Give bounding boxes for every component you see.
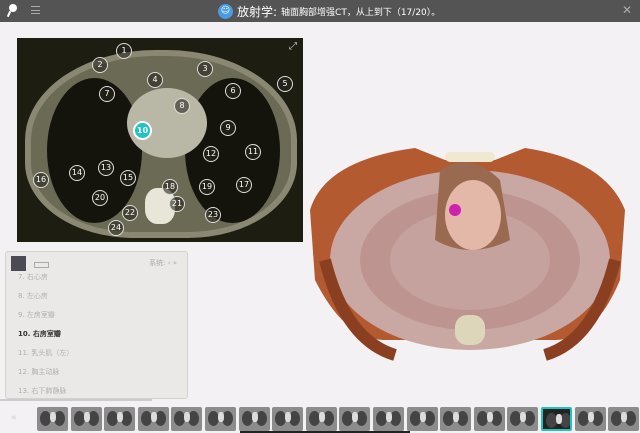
slice-thumbnail[interactable] [205,407,236,431]
subtitle: 轴面胸部增强CT，从上到下（17/20）。 [281,8,441,18]
marker[interactable]: 3 [197,61,213,77]
marker-active[interactable]: 10 [133,121,152,140]
marker[interactable]: 7 [99,86,115,102]
marker[interactable]: 24 [108,220,124,236]
slice-thumbnail[interactable] [608,407,640,431]
system-selector[interactable]: 系统: ‹ » [149,258,177,268]
slice-thumbnail[interactable] [272,407,304,431]
marker[interactable]: 1 [116,43,132,59]
marker[interactable]: 4 [147,72,163,88]
marker[interactable]: 11 [245,144,261,160]
3d-anatomy-model[interactable] [305,140,635,380]
list-item[interactable]: 11. 乳头肌（左） [18,344,73,363]
slice-thumbnail[interactable] [373,407,404,431]
list-item[interactable]: 9. 左房室瓣 [18,306,73,325]
slice-thumbnail[interactable] [507,407,539,431]
expand-icon[interactable]: ⤢ [289,41,297,52]
title-bar: ☺ 放射学: 轴面胸部增强CT，从上到下（17/20）。 ✕ [0,0,640,22]
menu-icon[interactable] [31,6,40,14]
system-nav[interactable]: ‹ » [168,259,177,267]
marker[interactable]: 18 [162,179,178,195]
marker[interactable]: 19 [199,179,215,195]
slice-thumbnail[interactable] [339,407,371,431]
list-item[interactable]: 12. 胸主动脉 [18,363,73,382]
app-logo-icon: ☺ [218,4,233,19]
marker[interactable]: 2 [92,57,108,73]
marker[interactable]: 13 [98,160,114,176]
slice-thumbnail[interactable] [574,407,606,431]
marker[interactable]: 15 [120,170,136,186]
slice-thumbnail[interactable] [305,407,337,431]
marker[interactable]: 16 [33,172,49,188]
list-item[interactable]: 8. 左心房 [18,287,73,306]
marker[interactable]: 23 [205,207,221,223]
left-lung [185,78,280,223]
slice-thumbnail[interactable] [440,407,472,431]
marker[interactable]: 6 [225,83,241,99]
marker[interactable]: 8 [174,98,190,114]
marker[interactable]: 5 [277,76,293,92]
marker[interactable]: 9 [220,120,236,136]
ct-image[interactable]: ⤢ 1 2 3 4 5 6 7 8 9 10 11 12 13 14 15 16… [17,38,303,242]
system-label: 系统: [149,259,166,267]
structure-list-panel: 系统: ‹ » 7. 右心房 8. 左心房 9. 左房室瓣 10. 右房室瓣 1… [5,251,188,399]
close-icon[interactable]: ✕ [622,3,632,17]
slice-thumbnail[interactable] [238,407,270,431]
slice-thumbnail[interactable] [473,407,505,431]
marker[interactable]: 22 [122,205,138,221]
list-item[interactable]: 7. 右心房 [18,268,73,287]
marker[interactable]: 20 [92,190,108,206]
slice-thumbnail-strip: « [0,405,640,432]
list-item-selected[interactable]: 10. 右房室瓣 [18,325,73,344]
marker[interactable]: 17 [236,177,252,193]
slice-thumbnail[interactable] [70,407,102,431]
prev-icon[interactable]: « [11,413,17,423]
marker[interactable]: 21 [169,196,185,212]
marker[interactable]: 14 [69,165,85,181]
marker[interactable]: 12 [203,146,219,162]
slice-thumbnail[interactable] [406,407,438,431]
slice-thumbnail[interactable] [137,407,169,431]
slice-thumbnail[interactable] [171,407,203,431]
page-title: ☺ 放射学: 轴面胸部增强CT，从上到下（17/20）。 [218,3,440,20]
slice-thumbnail-active[interactable] [541,407,572,431]
scrollbar[interactable] [0,399,152,401]
slice-thumbnail[interactable] [37,407,68,431]
app-name: 放射学: [237,5,278,19]
slice-thumbnail[interactable] [104,407,136,431]
